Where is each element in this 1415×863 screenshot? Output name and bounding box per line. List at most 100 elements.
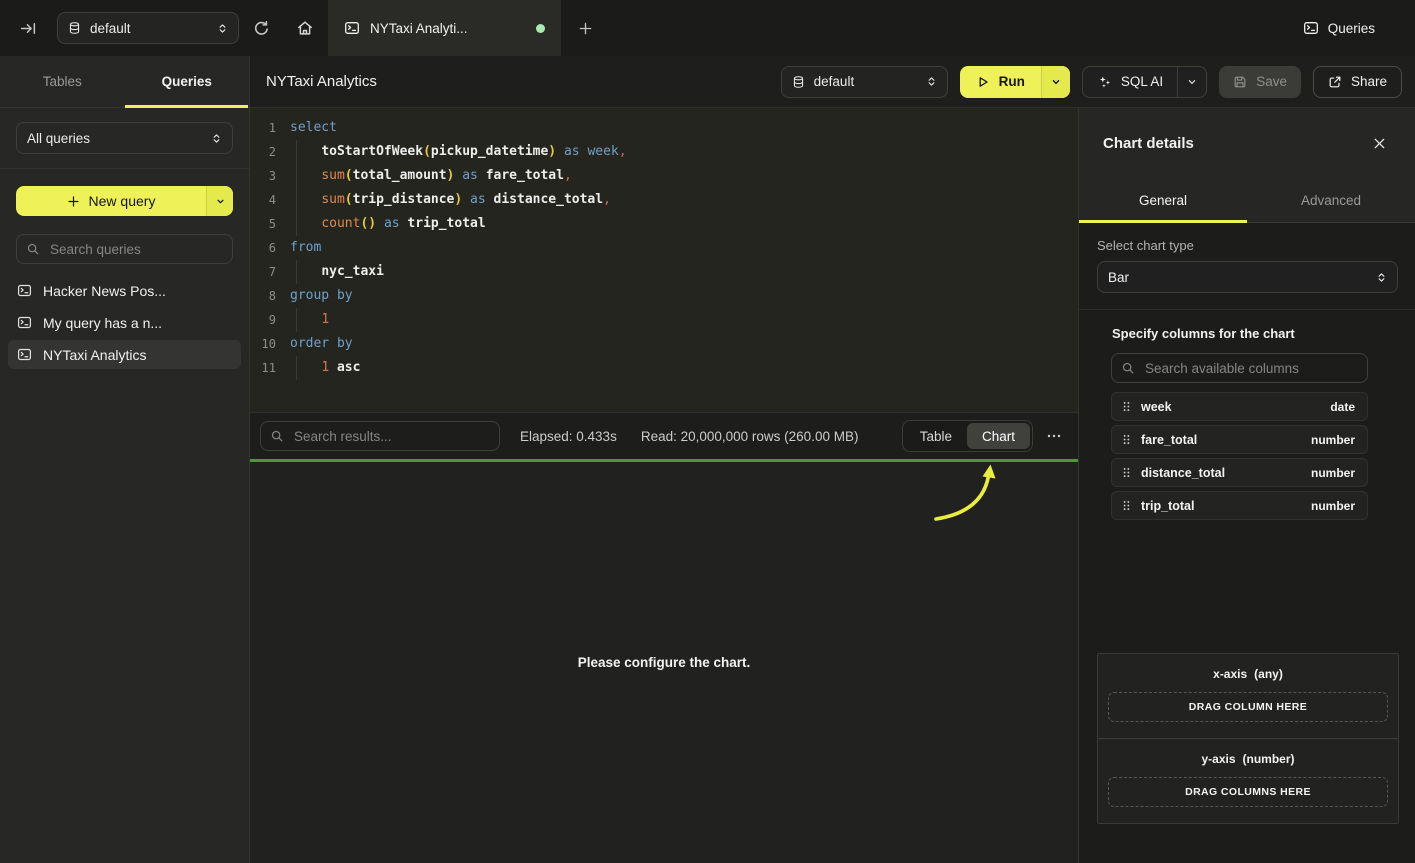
tab-general[interactable]: General — [1079, 178, 1247, 222]
query-icon — [17, 315, 32, 330]
column-name: fare_total — [1141, 433, 1197, 447]
query-icon — [17, 347, 32, 362]
column-type: number — [1311, 433, 1355, 447]
query-list-item[interactable]: Hacker News Pos... — [8, 276, 241, 305]
drag-handle-icon[interactable] — [1120, 466, 1133, 479]
column-type: number — [1311, 499, 1355, 513]
search-results-input[interactable] — [292, 428, 490, 445]
chevron-updown-icon — [1376, 271, 1387, 284]
chart-column-item[interactable]: fare_total number — [1111, 425, 1368, 454]
drag-handle-icon[interactable] — [1120, 499, 1133, 512]
chart-column-item[interactable]: weekdate — [1111, 392, 1368, 421]
view-toggle-table[interactable]: Table — [905, 423, 967, 449]
view-toggle: Table Chart — [902, 420, 1033, 452]
search-columns-input[interactable] — [1143, 360, 1358, 377]
chart-canvas: Please configure the chart. — [250, 462, 1078, 863]
close-icon[interactable] — [1372, 136, 1387, 151]
share-button[interactable]: Share — [1313, 66, 1402, 98]
indent-guide — [296, 260, 297, 284]
sql-console-app: default NYTaxi Analyti... — [0, 0, 1415, 863]
sql-ai-options-caret[interactable] — [1177, 67, 1206, 97]
topbar-database-selector[interactable]: default — [57, 12, 239, 44]
y-axis-drop-zone[interactable]: DRAG COLUMNS HERE — [1108, 777, 1388, 807]
sql-editor[interactable]: 1select2 toStartOfWeek(pickup_datetime) … — [250, 108, 1078, 412]
line-number: 9 — [250, 308, 276, 332]
sql-ai-button[interactable]: SQL AI — [1083, 67, 1177, 97]
sparkles-icon — [1097, 74, 1112, 89]
tab-tables[interactable]: Tables — [0, 56, 125, 107]
query-toolbar: NYTaxi Analytics default Run — [250, 56, 1415, 108]
columns-heading: Specify columns for the chart — [1112, 326, 1398, 341]
line-number: 7 — [250, 260, 276, 284]
new-query-options-caret[interactable] — [206, 186, 233, 216]
query-list-item[interactable]: NYTaxi Analytics — [8, 340, 241, 369]
code-line: 6from — [250, 236, 1078, 260]
line-number: 11 — [250, 356, 276, 380]
new-tab-button[interactable] — [561, 0, 609, 56]
x-axis-drop-zone[interactable]: DRAG COLUMN HERE — [1108, 692, 1388, 722]
column-name: trip_total — [1141, 499, 1194, 513]
more-options-icon[interactable] — [1046, 428, 1062, 444]
queries-button-label: Queries — [1328, 21, 1375, 36]
tab-strip: NYTaxi Analyti... — [282, 0, 609, 56]
indent-guide — [296, 164, 297, 188]
query-list-item[interactable]: My query has a n... — [8, 308, 241, 337]
run-button[interactable]: Run — [960, 66, 1041, 98]
topbar-database-value: default — [90, 21, 208, 36]
drag-handle-icon[interactable] — [1120, 433, 1133, 446]
refresh-icon[interactable] — [253, 20, 270, 37]
code-text: order by — [276, 332, 353, 356]
panel-body: Select chart type Bar Specify columns fo… — [1079, 223, 1415, 863]
query-icon — [344, 20, 360, 36]
code-line: 7 nyc_taxi — [250, 260, 1078, 284]
home-tab-button[interactable] — [282, 0, 328, 56]
save-button[interactable]: Save — [1219, 66, 1301, 98]
collapse-sidebar-icon[interactable] — [20, 20, 37, 37]
new-query-label: New query — [89, 193, 156, 209]
indent-guide — [296, 308, 297, 332]
chart-type-select[interactable]: Bar — [1097, 261, 1398, 293]
code-line: 4 sum(trip_distance) as distance_total, — [250, 188, 1078, 212]
axes-config: x-axis (any) DRAG COLUMN HERE y-axis (nu… — [1097, 653, 1399, 824]
line-number: 2 — [250, 140, 276, 164]
database-icon — [68, 21, 81, 35]
y-axis-section: y-axis (number) DRAG COLUMNS HERE — [1098, 738, 1398, 823]
code-text: 1 — [276, 308, 329, 332]
line-number: 10 — [250, 332, 276, 356]
query-list-item-label: NYTaxi Analytics — [43, 347, 146, 363]
code-line: 8group by — [250, 284, 1078, 308]
tab-queries[interactable]: Queries — [125, 56, 250, 107]
view-toggle-chart[interactable]: Chart — [967, 423, 1030, 449]
query-filter-value: All queries — [27, 131, 202, 146]
chart-column-item[interactable]: distance_totalnumber — [1111, 458, 1368, 487]
run-options-caret[interactable] — [1041, 66, 1070, 98]
code-text: count() as trip_total — [276, 212, 486, 236]
tab-title: NYTaxi Analyti... — [370, 21, 526, 36]
share-button-label: Share — [1351, 74, 1387, 89]
code-text: from — [276, 236, 321, 260]
tab-nytaxi-analytics[interactable]: NYTaxi Analyti... — [328, 0, 561, 56]
drag-handle-icon[interactable] — [1120, 400, 1133, 413]
search-queries-input[interactable] — [48, 241, 223, 258]
query-icon — [17, 283, 32, 298]
columns-search — [1111, 353, 1368, 383]
chart-placeholder-text: Please configure the chart. — [578, 655, 751, 670]
chart-column-item[interactable]: trip_total number — [1111, 491, 1368, 520]
toolbar-database-value: default — [814, 74, 917, 89]
toolbar-actions: default Run — [781, 66, 1402, 98]
code-text: sum(total_amount) as fare_total, — [276, 164, 572, 188]
x-axis-label: x-axis (any) — [1108, 667, 1388, 681]
queries-button[interactable]: Queries — [1303, 0, 1415, 56]
database-icon — [792, 75, 805, 89]
toolbar-database-selector[interactable]: default — [781, 66, 948, 98]
code-line: 3 sum(total_amount) as fare_total, — [250, 164, 1078, 188]
line-number: 3 — [250, 164, 276, 188]
new-query-button-group: New query — [16, 186, 233, 216]
tab-advanced[interactable]: Advanced — [1247, 178, 1415, 222]
new-query-button[interactable]: New query — [16, 186, 206, 216]
code-text: group by — [276, 284, 353, 308]
query-filter-select[interactable]: All queries — [16, 122, 233, 154]
divider — [0, 168, 249, 169]
sidebar-search — [16, 234, 233, 264]
line-number: 8 — [250, 284, 276, 308]
